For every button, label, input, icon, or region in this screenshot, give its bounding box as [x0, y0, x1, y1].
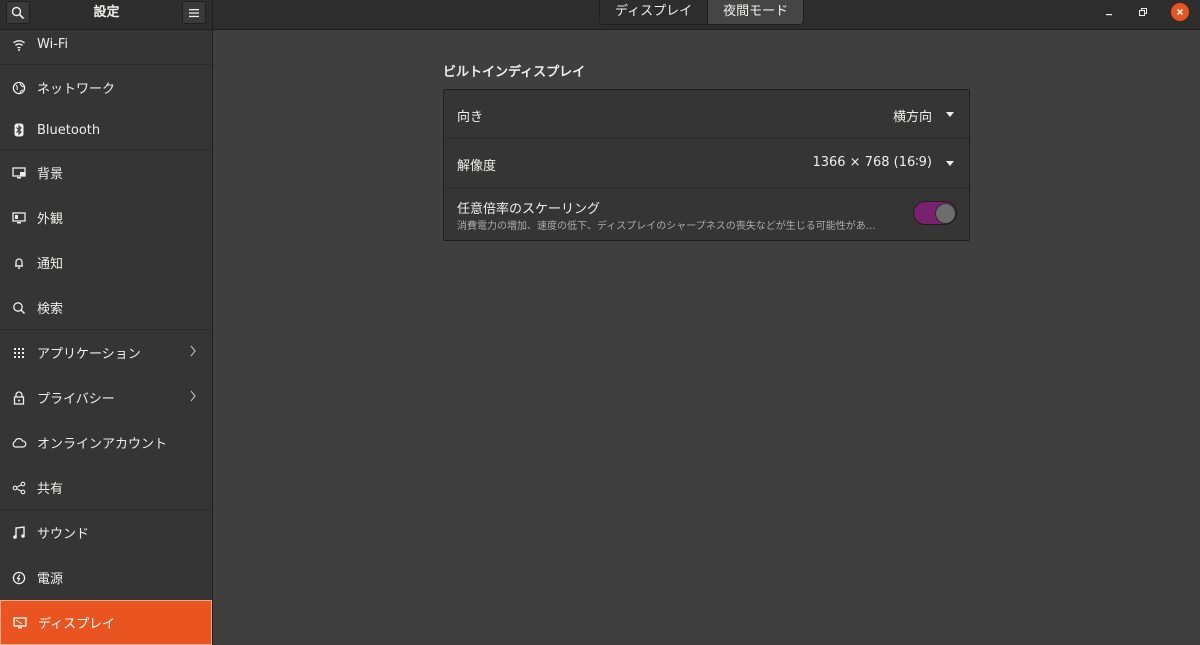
- sidebar-item-label: 背景: [37, 167, 64, 182]
- header-bar: 設定 ディスプレイ 夜間モード: [0, 0, 1200, 30]
- sidebar-item-label: ディスプレイ: [38, 617, 116, 632]
- sidebar-item-label: ネットワーク: [37, 82, 116, 97]
- music-note-icon: [11, 525, 27, 541]
- bluetooth-icon: [11, 122, 27, 138]
- chevron-right-icon: [189, 390, 197, 406]
- resolution-value[interactable]: 1366 × 768 (16∶9): [812, 155, 932, 170]
- network-globe-icon: [11, 80, 27, 96]
- sidebar-item-bluetooth[interactable]: Bluetooth: [0, 110, 212, 150]
- sidebar-item-sound[interactable]: サウンド: [0, 510, 212, 555]
- sidebar-item-sharing[interactable]: 共有: [0, 465, 212, 510]
- restore-icon: [1139, 8, 1147, 16]
- bell-icon: [11, 255, 27, 271]
- dropdown-arrow-icon[interactable]: [946, 161, 954, 166]
- close-button[interactable]: [1171, 3, 1189, 21]
- sidebar-item-label: Wi-Fi: [37, 37, 69, 52]
- minimize-button[interactable]: [1100, 3, 1118, 21]
- close-icon: [1176, 8, 1184, 16]
- power-icon: [11, 570, 27, 586]
- sidebar-item-display[interactable]: ディスプレイ: [0, 600, 212, 645]
- sidebar-item-label: サウンド: [37, 527, 90, 542]
- share-icon: [11, 480, 27, 496]
- sidebar-item-label: Bluetooth: [37, 122, 101, 138]
- appearance-icon: [11, 210, 27, 226]
- sidebar-item-applications[interactable]: アプリケーション: [0, 330, 212, 375]
- sidebar-item-label: プライバシー: [37, 392, 115, 407]
- fractional-scaling-label: 任意倍率のスケーリング: [457, 202, 601, 217]
- sidebar-item-label: 通知: [37, 257, 64, 272]
- search-button[interactable]: [6, 1, 30, 24]
- cloud-icon: [11, 435, 27, 451]
- toggle-knob[interactable]: [935, 203, 956, 224]
- orientation-row[interactable]: 向き 横方向: [444, 90, 969, 138]
- fractional-scaling-toggle[interactable]: [913, 201, 957, 225]
- fractional-scaling-description: 消費電力の増加、速度の低下、ディスプレイのシャープネスの喪失などが生じる可能性が…: [457, 221, 876, 232]
- sidebar-item-label: 共有: [37, 482, 64, 497]
- header-left: 設定: [0, 0, 213, 30]
- resolution-row[interactable]: 解像度 1366 × 768 (16∶9): [444, 138, 969, 187]
- sidebar-item-notifications[interactable]: 通知: [0, 240, 212, 285]
- sidebar-item-power[interactable]: 電源: [0, 555, 212, 600]
- sidebar-item-label: 電源: [37, 572, 64, 587]
- menu-button[interactable]: [182, 1, 206, 24]
- display-icon: [12, 615, 28, 631]
- sidebar-item-online-accounts[interactable]: オンラインアカウント: [0, 420, 212, 465]
- lock-icon: [11, 390, 27, 406]
- app-title: 設定: [93, 5, 120, 20]
- minimize-icon: [1106, 14, 1112, 16]
- background-icon: [11, 165, 27, 181]
- sidebar-item-label: オンラインアカウント: [37, 437, 168, 452]
- orientation-value[interactable]: 横方向: [893, 106, 932, 125]
- hamburger-menu-icon: [189, 8, 199, 17]
- wifi-icon: [11, 37, 27, 53]
- view-switcher: ディスプレイ 夜間モード: [599, 0, 805, 25]
- display-settings-card: 向き 横方向 解像度 1366 × 768 (16∶9) 任意倍率のスケーリング…: [443, 89, 970, 241]
- chevron-right-icon: [189, 345, 197, 361]
- orientation-label: 向き: [457, 110, 484, 125]
- fractional-scaling-row: 任意倍率のスケーリング 消費電力の増加、速度の低下、ディスプレイのシャープネスの…: [444, 187, 969, 240]
- apps-grid-icon: [11, 345, 27, 361]
- search-icon: [11, 6, 25, 19]
- sidebar-item-background[interactable]: 背景: [0, 150, 212, 195]
- settings-sidebar: Wi-Fi ネットワーク Bluetooth 背景 外観 通知 検索 アプリケー…: [0, 30, 213, 645]
- resolution-label: 解像度: [457, 159, 497, 174]
- sidebar-item-label: アプリケーション: [37, 347, 141, 362]
- sidebar-item-privacy[interactable]: プライバシー: [0, 375, 212, 420]
- search-icon: [11, 300, 27, 316]
- dropdown-arrow-icon[interactable]: [946, 112, 954, 117]
- sidebar-item-appearance[interactable]: 外観: [0, 195, 212, 240]
- sidebar-item-search[interactable]: 検索: [0, 285, 212, 330]
- restore-button[interactable]: [1134, 3, 1152, 21]
- tab-night-mode[interactable]: 夜間モード: [707, 0, 804, 24]
- settings-window: 設定 ディスプレイ 夜間モード Wi-Fi ネットワーク Bluetooth 背…: [0, 0, 1200, 645]
- sidebar-item-wifi[interactable]: Wi-Fi: [0, 30, 212, 59]
- sidebar-item-label: 検索: [37, 302, 64, 317]
- sidebar-item-label: 外観: [37, 212, 64, 227]
- tab-display[interactable]: ディスプレイ: [600, 0, 708, 24]
- sidebar-item-network[interactable]: ネットワーク: [0, 65, 212, 110]
- section-title: ビルトインディスプレイ: [443, 65, 586, 80]
